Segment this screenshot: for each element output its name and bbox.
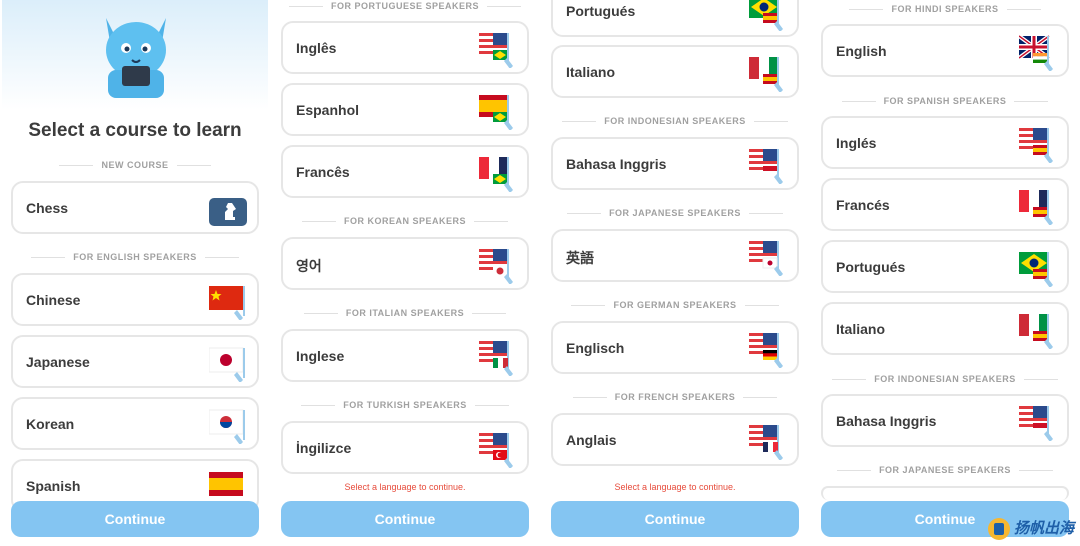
cat-mascot-icon	[106, 18, 166, 98]
uk-india-flag-icon	[1019, 34, 1053, 71]
course-panel-2: FOR PORTUGUESE SPEAKERS Inglês Espanhol …	[272, 0, 538, 546]
watermark-logo-icon	[987, 518, 1010, 540]
validation-message: Select a language to continue.	[614, 482, 736, 492]
chess-icon	[209, 198, 247, 226]
course-label: Spanish	[26, 478, 81, 494]
section-header-italian: FOR ITALIAN SPEAKERS	[272, 308, 538, 318]
course-label: Japanese	[26, 354, 90, 370]
course-label: Inglese	[296, 348, 345, 364]
course-label: Chinese	[26, 292, 81, 308]
page-title: Select a course to learn	[28, 120, 242, 141]
us-germany-flag-icon	[749, 333, 783, 368]
course-option-portugues[interactable]: Portugués	[551, 0, 799, 37]
course-option-chinese[interactable]: Chinese	[11, 273, 259, 326]
course-option-frances[interactable]: Francês	[281, 145, 529, 198]
course-option-italiano[interactable]: Italiano	[551, 45, 799, 98]
course-label: Italiano	[836, 321, 886, 337]
continue-button[interactable]: Continue	[281, 501, 529, 537]
course-option-chess[interactable]: Chess	[11, 181, 259, 234]
course-label: Inglês	[296, 40, 337, 56]
course-option-ingles[interactable]: Inglês	[281, 21, 529, 74]
us-indonesia-flag-icon	[1019, 406, 1053, 441]
course-option-italiano-es[interactable]: Italiano	[821, 302, 1069, 355]
spain-brazil-flag-icon	[479, 95, 513, 130]
course-label: 英語	[566, 250, 594, 266]
us-brazil-flag-icon	[479, 33, 513, 68]
course-option-yeongeo[interactable]: 영어	[281, 237, 529, 290]
course-option-ingilizce[interactable]: İngilizce	[281, 421, 529, 474]
china-flag-icon	[209, 286, 245, 320]
course-panel-3: Portugués Italiano FOR INDONESIAN SPEAKE…	[542, 0, 808, 546]
watermark: 扬帆出海	[987, 517, 1074, 540]
course-panel-4: FOR HINDI SPEAKERS English FOR SPANISH S…	[812, 0, 1078, 546]
us-italy-flag-icon	[479, 341, 513, 376]
course-label: 영어	[296, 258, 322, 274]
course-option-anglais[interactable]: Anglais	[551, 413, 799, 466]
us-indonesia-flag-icon	[749, 149, 783, 184]
course-label: Espanhol	[296, 102, 360, 118]
course-label: Francés	[836, 197, 890, 213]
course-option-english[interactable]: English	[821, 24, 1069, 77]
course-option-eigo[interactable]: 英語	[551, 229, 799, 282]
course-option-japanese[interactable]: Japanese	[11, 335, 259, 388]
section-header-turkish: FOR TURKISH SPEAKERS	[272, 400, 538, 410]
course-label: Inglés	[836, 135, 877, 151]
course-option-englisch[interactable]: Englisch	[551, 321, 799, 374]
course-label: Chess	[26, 200, 69, 216]
section-header-new-course: NEW COURSE	[2, 160, 268, 170]
course-option-inglese[interactable]: Inglese	[281, 329, 529, 382]
italy-spain-flag-icon	[1019, 314, 1053, 349]
course-label: English	[836, 43, 887, 59]
section-header-korean: FOR KOREAN SPEAKERS	[272, 216, 538, 226]
section-header-japanese: FOR JAPANESE SPEAKERS	[812, 465, 1078, 475]
korea-flag-icon	[209, 409, 245, 444]
france-spain-flag-icon	[1019, 190, 1053, 225]
course-option-bahasa-inggris[interactable]: Bahasa Inggris	[551, 137, 799, 190]
course-label: Italiano	[566, 64, 616, 80]
course-label: Bahasa Inggris	[566, 156, 667, 172]
continue-button[interactable]: Continue	[11, 501, 259, 537]
france-brazil-flag-icon	[479, 157, 513, 192]
course-option-frances-es[interactable]: Francés	[821, 178, 1069, 231]
course-label: Portugués	[836, 259, 906, 275]
course-label: Anglais	[566, 432, 617, 448]
section-header-german: FOR GERMAN SPEAKERS	[542, 300, 808, 310]
course-option-korean[interactable]: Korean	[11, 397, 259, 450]
course-label: Bahasa Inggris	[836, 413, 937, 429]
watermark-text: 扬帆出海	[1013, 519, 1074, 537]
italy-spain-flag-icon	[749, 57, 783, 92]
section-header-french: FOR FRENCH SPEAKERS	[542, 392, 808, 402]
course-option-partial[interactable]	[821, 486, 1069, 500]
course-label: Englisch	[566, 340, 625, 356]
japan-flag-icon	[209, 347, 245, 382]
us-turkey-flag-icon	[479, 433, 513, 468]
continue-button[interactable]: Continue	[551, 501, 799, 537]
us-spain-flag-icon	[1019, 128, 1053, 163]
course-label: Korean	[26, 416, 75, 432]
us-korea-flag-icon	[479, 249, 513, 284]
section-header-portuguese: FOR PORTUGUESE SPEAKERS	[272, 1, 538, 11]
course-option-ingles-es[interactable]: Inglés	[821, 116, 1069, 169]
section-header-japanese: FOR JAPANESE SPEAKERS	[542, 208, 808, 218]
course-panel-1: Select a course to learn NEW COURSE Ches…	[2, 0, 268, 546]
course-option-portugues-es[interactable]: Portugués	[821, 240, 1069, 293]
validation-message: Select a language to continue.	[344, 482, 466, 492]
section-header-english: FOR ENGLISH SPEAKERS	[2, 252, 268, 262]
section-header-indonesian: FOR INDONESIAN SPEAKERS	[812, 374, 1078, 384]
course-label: Portugués	[566, 3, 636, 19]
course-label: İngilizce	[296, 440, 352, 456]
us-japan-flag-icon	[749, 241, 783, 276]
section-header-spanish: FOR SPANISH SPEAKERS	[812, 96, 1078, 106]
section-header-hindi: FOR HINDI SPEAKERS	[812, 4, 1078, 14]
course-option-bahasa-inggris[interactable]: Bahasa Inggris	[821, 394, 1069, 447]
brazil-spain-flag-icon	[749, 0, 783, 31]
brazil-spain-flag-icon	[1019, 252, 1053, 287]
course-option-espanhol[interactable]: Espanhol	[281, 83, 529, 136]
course-label: Francês	[296, 164, 350, 180]
us-france-flag-icon	[749, 425, 783, 460]
section-header-indonesian: FOR INDONESIAN SPEAKERS	[542, 116, 808, 126]
